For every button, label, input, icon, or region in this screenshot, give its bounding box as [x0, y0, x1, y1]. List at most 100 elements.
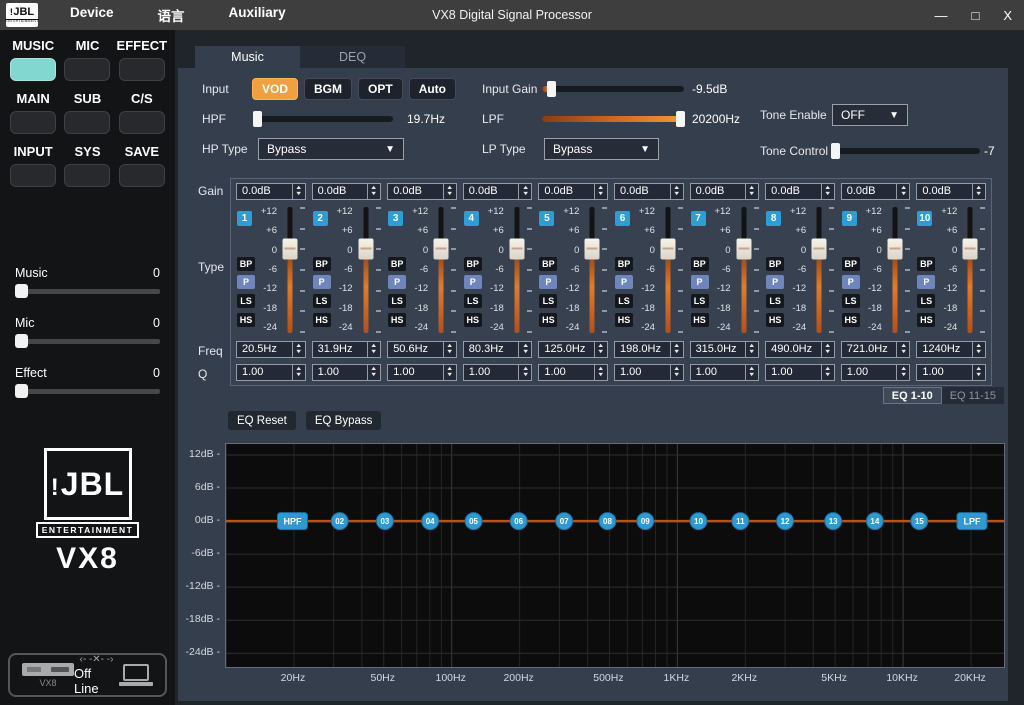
- tone-control-slider[interactable]: [832, 148, 980, 154]
- eq-q-spinner-4-arrows[interactable]: ▲▼: [518, 365, 531, 380]
- eq-bypass-button[interactable]: EQ Bypass: [306, 411, 382, 430]
- eq-freq-spinner-1[interactable]: 20.5Hz▲▼: [236, 341, 306, 358]
- tab-deq[interactable]: DEQ: [300, 46, 405, 68]
- spinner-down-icon[interactable]: ▼: [748, 350, 756, 356]
- input-gain-slider-handle[interactable]: [547, 81, 556, 97]
- eq-node-06[interactable]: 06: [510, 513, 527, 530]
- menu-auxiliary[interactable]: Auxiliary: [207, 5, 308, 25]
- spinner-down-icon[interactable]: ▼: [748, 373, 756, 379]
- mixer-slider-handle-music[interactable]: [15, 284, 28, 298]
- eq-node-03[interactable]: 03: [376, 513, 393, 530]
- eq-node-lpf[interactable]: LPF: [957, 513, 987, 530]
- eq-band-slider-handle-7[interactable]: [736, 239, 751, 260]
- mixer-slider-handle-effect[interactable]: [15, 384, 28, 398]
- spinner-down-icon[interactable]: ▼: [824, 373, 832, 379]
- eq-q-spinner-6[interactable]: 1.00▲▼: [614, 364, 684, 381]
- eq-band-slider-4[interactable]: [509, 207, 525, 333]
- eq-freq-spinner-10-arrows[interactable]: ▲▼: [972, 342, 985, 357]
- eq-gain-spinner-4[interactable]: 0.0dB▲▼: [463, 183, 533, 200]
- eq-freq-spinner-5-arrows[interactable]: ▲▼: [594, 342, 607, 357]
- eq-freq-spinner-2-arrows[interactable]: ▲▼: [367, 342, 380, 357]
- spinner-down-icon[interactable]: ▼: [673, 192, 681, 198]
- input-source-opt[interactable]: OPT: [358, 78, 403, 100]
- mixer-slider-mic[interactable]: [15, 339, 160, 344]
- sidebar-nav-button-music[interactable]: [10, 58, 56, 81]
- spinner-down-icon[interactable]: ▼: [597, 373, 605, 379]
- eq-node-11[interactable]: 11: [732, 513, 749, 530]
- menu-device[interactable]: Device: [48, 5, 136, 25]
- spinner-down-icon[interactable]: ▼: [295, 350, 303, 356]
- sidebar-nav-button-save[interactable]: [119, 164, 165, 187]
- spinner-down-icon[interactable]: ▼: [370, 192, 378, 198]
- eq-freq-spinner-6[interactable]: 198.0Hz▲▼: [614, 341, 684, 358]
- eq-freq-spinner-8[interactable]: 490.0Hz▲▼: [765, 341, 835, 358]
- eq-gain-spinner-2-arrows[interactable]: ▲▼: [367, 184, 380, 199]
- spinner-down-icon[interactable]: ▼: [748, 192, 756, 198]
- tab-music[interactable]: Music: [195, 46, 300, 68]
- spinner-down-icon[interactable]: ▼: [446, 350, 454, 356]
- eq-freq-spinner-6-arrows[interactable]: ▲▼: [670, 342, 683, 357]
- spinner-down-icon[interactable]: ▼: [295, 192, 303, 198]
- eq-q-spinner-9-arrows[interactable]: ▲▼: [896, 365, 909, 380]
- eq-node-12[interactable]: 12: [777, 513, 794, 530]
- sidebar-nav-button-sub[interactable]: [64, 111, 110, 134]
- hpf-slider[interactable]: [253, 116, 393, 122]
- eq-node-02[interactable]: 02: [331, 513, 348, 530]
- eq-node-13[interactable]: 13: [825, 513, 842, 530]
- eq-response-graph[interactable]: HPF0203040506070809101112131415LPF: [225, 443, 1005, 668]
- eq-freq-spinner-3[interactable]: 50.6Hz▲▼: [387, 341, 457, 358]
- sidebar-nav-button-sys[interactable]: [64, 164, 110, 187]
- eq-gain-spinner-5-arrows[interactable]: ▲▼: [594, 184, 607, 199]
- mixer-slider-effect[interactable]: [15, 389, 160, 394]
- eq-gain-spinner-5[interactable]: 0.0dB▲▼: [538, 183, 608, 200]
- eq-page-tab-eq-1-10[interactable]: EQ 1-10: [883, 387, 942, 404]
- eq-gain-spinner-8[interactable]: 0.0dB▲▼: [765, 183, 835, 200]
- lp-type-dropdown[interactable]: Bypass ▼: [544, 138, 659, 160]
- eq-gain-spinner-3-arrows[interactable]: ▲▼: [443, 184, 456, 199]
- eq-band-slider-handle-1[interactable]: [283, 239, 298, 260]
- eq-band-slider-6[interactable]: [660, 207, 676, 333]
- eq-node-07[interactable]: 07: [556, 513, 573, 530]
- spinner-down-icon[interactable]: ▼: [975, 373, 983, 379]
- eq-gain-spinner-9-arrows[interactable]: ▲▼: [896, 184, 909, 199]
- eq-node-14[interactable]: 14: [866, 513, 883, 530]
- mixer-slider-handle-mic[interactable]: [15, 334, 28, 348]
- eq-q-spinner-3[interactable]: 1.00▲▼: [387, 364, 457, 381]
- eq-band-slider-handle-9[interactable]: [887, 239, 902, 260]
- eq-node-04[interactable]: 04: [422, 513, 439, 530]
- spinner-down-icon[interactable]: ▼: [446, 192, 454, 198]
- eq-band-slider-handle-10[interactable]: [963, 239, 978, 260]
- eq-gain-spinner-8-arrows[interactable]: ▲▼: [821, 184, 834, 199]
- eq-gain-spinner-6[interactable]: 0.0dB▲▼: [614, 183, 684, 200]
- tone-control-slider-handle[interactable]: [831, 143, 840, 159]
- eq-band-slider-handle-2[interactable]: [358, 239, 373, 260]
- eq-freq-spinner-9-arrows[interactable]: ▲▼: [896, 342, 909, 357]
- eq-gain-spinner-7[interactable]: 0.0dB▲▼: [690, 183, 760, 200]
- eq-band-slider-7[interactable]: [736, 207, 752, 333]
- eq-q-spinner-2[interactable]: 1.00▲▼: [312, 364, 382, 381]
- eq-page-tab-eq-11-15[interactable]: EQ 11-15: [942, 387, 1004, 404]
- spinner-down-icon[interactable]: ▼: [975, 350, 983, 356]
- lpf-slider-handle[interactable]: [676, 111, 685, 127]
- eq-freq-spinner-7-arrows[interactable]: ▲▼: [745, 342, 758, 357]
- mixer-slider-music[interactable]: [15, 289, 160, 294]
- eq-band-slider-3[interactable]: [433, 207, 449, 333]
- eq-freq-spinner-5[interactable]: 125.0Hz▲▼: [538, 341, 608, 358]
- tone-enable-dropdown[interactable]: OFF ▼: [832, 104, 908, 126]
- lpf-slider[interactable]: [542, 116, 684, 122]
- maximize-button[interactable]: □: [971, 9, 979, 22]
- eq-freq-spinner-1-arrows[interactable]: ▲▼: [292, 342, 305, 357]
- spinner-down-icon[interactable]: ▼: [370, 373, 378, 379]
- eq-freq-spinner-8-arrows[interactable]: ▲▼: [821, 342, 834, 357]
- eq-gain-spinner-3[interactable]: 0.0dB▲▼: [387, 183, 457, 200]
- eq-gain-spinner-9[interactable]: 0.0dB▲▼: [841, 183, 911, 200]
- spinner-down-icon[interactable]: ▼: [446, 373, 454, 379]
- spinner-down-icon[interactable]: ▼: [900, 350, 908, 356]
- spinner-down-icon[interactable]: ▼: [522, 373, 530, 379]
- eq-q-spinner-6-arrows[interactable]: ▲▼: [670, 365, 683, 380]
- eq-freq-spinner-9[interactable]: 721.0Hz▲▼: [841, 341, 911, 358]
- eq-node-15[interactable]: 15: [911, 513, 928, 530]
- eq-q-spinner-8[interactable]: 1.00▲▼: [765, 364, 835, 381]
- eq-band-slider-1[interactable]: [282, 207, 298, 333]
- eq-q-spinner-1-arrows[interactable]: ▲▼: [292, 365, 305, 380]
